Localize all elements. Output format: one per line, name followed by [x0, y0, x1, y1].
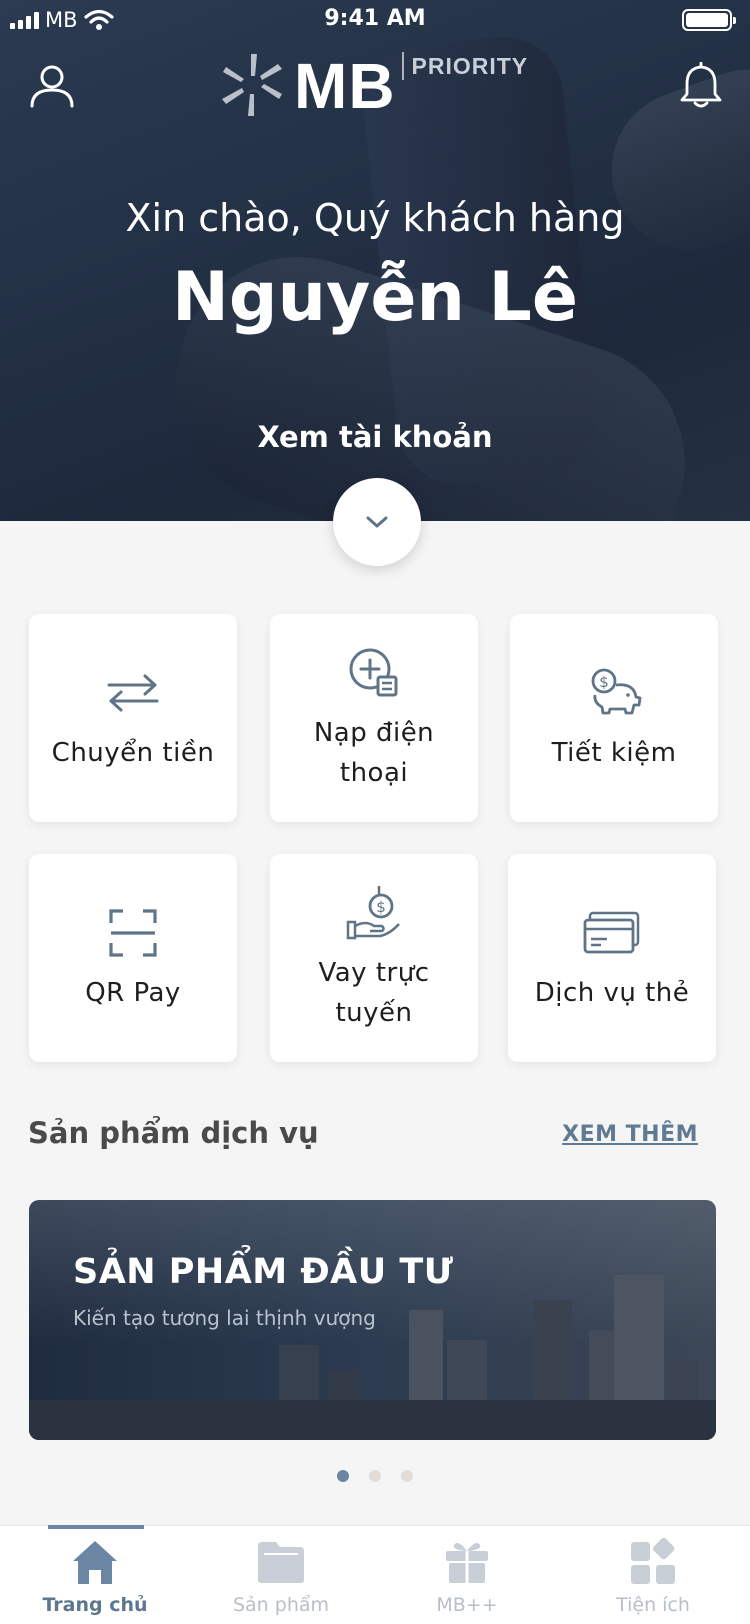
quick-action-transfer[interactable]: Chuyển tiền — [29, 614, 237, 822]
section-title: Sản phẩm dịch vụ — [28, 1116, 319, 1150]
logo-badge: PRIORITY — [401, 52, 529, 80]
quick-action-savings[interactable]: $ Tiết kiệm — [510, 614, 718, 822]
status-time: 9:41 AM — [324, 6, 426, 31]
tab-products[interactable]: Sản phẩm — [206, 1526, 356, 1624]
svg-text:$: $ — [599, 673, 609, 691]
quick-action-label: Vay trực tuyến — [318, 958, 430, 1028]
investment-banner[interactable]: SẢN PHẨM ĐẦU TƯ Kiến tạo tương lai thịnh… — [29, 1200, 716, 1440]
tab-label: Tiện ích — [616, 1594, 690, 1616]
view-account-link[interactable]: Xem tài khoản — [0, 420, 750, 454]
bell-icon — [680, 61, 722, 108]
banner-subtitle: Kiến tạo tương lai thịnh vượng — [73, 1306, 376, 1330]
greeting-text: Xin chào, Quý khách hàng — [125, 196, 625, 240]
tab-mb-plus[interactable]: MB++ — [392, 1526, 542, 1624]
topup-plus-icon — [349, 648, 398, 697]
piggy-bank-icon: $ — [591, 668, 642, 715]
carousel-pagination — [0, 1470, 750, 1482]
quick-action-label: Nạp điện thoại — [313, 718, 435, 788]
expand-account-button[interactable] — [333, 478, 421, 566]
svg-text:$: $ — [376, 898, 386, 916]
tab-utilities[interactable]: Tiện ích — [578, 1526, 728, 1624]
tab-home[interactable]: Trang chủ — [20, 1526, 170, 1624]
folder-icon — [258, 1542, 304, 1583]
quick-action-label: Chuyển tiền — [51, 738, 215, 768]
tab-label: Trang chủ — [42, 1594, 148, 1616]
quick-action-topup[interactable]: Nạp điện thoại — [270, 614, 478, 822]
quick-action-label: Tiết kiệm — [551, 738, 677, 768]
bottom-tab-bar: Trang chủ Sản phẩm MB++ Tiện ích — [0, 1525, 750, 1624]
battery-icon — [682, 9, 736, 31]
quick-action-label: QR Pay — [85, 978, 181, 1008]
user-name: Nguyễn Lê — [172, 258, 578, 337]
quick-action-label: Dịch vụ thẻ — [534, 978, 690, 1008]
tab-label: Sản phẩm — [232, 1594, 330, 1616]
tab-label: MB++ — [436, 1594, 498, 1616]
see-more-link[interactable]: XEM THÊM — [562, 1122, 698, 1147]
loan-hand-coin-icon: $ — [346, 886, 400, 940]
transfer-arrows-icon — [107, 674, 159, 712]
carousel-dot[interactable] — [401, 1470, 413, 1482]
user-icon — [30, 65, 74, 108]
gift-icon — [446, 1543, 488, 1583]
logo-text: MB — [294, 50, 396, 122]
notification-button[interactable] — [678, 61, 724, 114]
active-tab-indicator — [48, 1525, 144, 1529]
mb-priority-logo: MB PRIORITY — [218, 50, 528, 122]
card-icon — [583, 911, 640, 954]
hero-header: MB 9:41 AM MB PRIORITY Xin chào, Quý khá… — [0, 0, 750, 521]
carousel-dot[interactable] — [337, 1470, 349, 1482]
mb-star-logo-icon — [222, 54, 282, 116]
status-bar: MB 9:41 AM — [0, 0, 750, 40]
utilities-grid-icon — [631, 1538, 675, 1584]
profile-button[interactable] — [28, 62, 76, 114]
banner-title: SẢN PHẨM ĐẦU TƯ — [73, 1252, 454, 1292]
home-icon — [73, 1541, 117, 1584]
quick-action-online-loan[interactable]: $ Vay trực tuyến — [270, 854, 478, 1062]
quick-action-card-services[interactable]: Dịch vụ thẻ — [508, 854, 716, 1062]
carousel-dot[interactable] — [369, 1470, 381, 1482]
chevron-down-icon — [366, 516, 388, 528]
quick-action-qr-pay[interactable]: QR Pay — [29, 854, 237, 1062]
qr-scan-icon — [109, 909, 157, 957]
